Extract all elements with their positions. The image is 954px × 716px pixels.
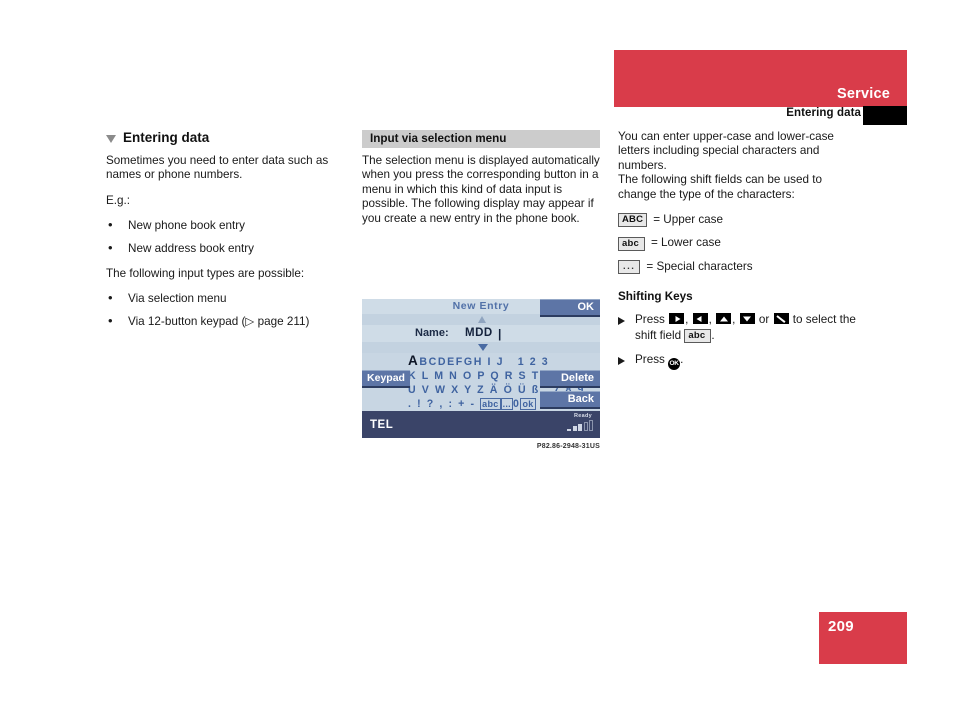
page-title: Entering data xyxy=(106,130,346,145)
text-caret: | xyxy=(498,327,502,341)
shift-field-row-upper: ABC = Upper case xyxy=(618,213,863,228)
arrow-right-key-icon[interactable] xyxy=(669,313,685,325)
list-item: Via 12-button keypad (▷ page 211) xyxy=(106,314,346,329)
key-abc-lower-icon[interactable]: abc xyxy=(618,236,645,251)
sep3: , xyxy=(732,313,736,327)
shift-field-desc-special: = Special characters xyxy=(646,259,753,273)
arrow-left-key-icon[interactable] xyxy=(692,313,708,325)
triangle-down-icon xyxy=(478,344,488,351)
shift-field-row-special: ... = Special characters xyxy=(618,259,863,275)
char-row-4: . ! ? , : + - xyxy=(408,398,481,410)
input-types-list: Via selection menu Via 12-button keypad … xyxy=(106,291,346,329)
header-red-block: Service xyxy=(614,50,907,107)
input-types-intro: The following input types are possible: xyxy=(106,267,305,281)
char-row-1: BCDEFGH I J 1 2 3 xyxy=(419,356,550,368)
step-marker-icon xyxy=(618,317,625,326)
step-text: Press , , , or to select the shift field… xyxy=(635,312,863,343)
figure-caption: P82.86-2948-31US xyxy=(536,443,600,450)
step1-to-label: to xyxy=(792,313,803,327)
triangle-up-icon xyxy=(478,316,486,323)
step1-press-label: Press xyxy=(635,313,665,327)
step1-period: . xyxy=(711,328,715,342)
eg-label: E.g.: xyxy=(106,193,131,207)
subsection-heading: Input via selection menu xyxy=(362,130,600,148)
delete-button[interactable]: Delete xyxy=(540,370,600,388)
running-head: Entering data xyxy=(614,106,907,125)
right-column: You can enter upper-case and lower-case … xyxy=(618,130,863,379)
step2-period: . xyxy=(680,353,684,367)
triangle-down-icon xyxy=(106,134,116,143)
step-marker-icon xyxy=(618,357,625,366)
sep2: , xyxy=(708,313,712,327)
ok-key-icon[interactable]: OK xyxy=(668,358,681,371)
middle-body-paragraph: The selection menu is displayed automati… xyxy=(362,154,600,225)
ok-button[interactable]: OK xyxy=(540,299,600,317)
step-text: Press OK. xyxy=(635,352,863,371)
name-field-row: Name: MDD | xyxy=(362,325,600,342)
page-title-text: Entering data xyxy=(123,130,210,145)
name-field-value: MDD xyxy=(465,327,493,339)
arrow-diagonal-key-icon[interactable] xyxy=(773,313,789,325)
status-mode-label: TEL xyxy=(370,419,394,431)
name-field-label: Name: xyxy=(415,327,449,339)
right-intro-paragraph: You can enter upper-case and lower-case … xyxy=(618,130,834,172)
right-intro-paragraph-2: The following shift fields can be used t… xyxy=(618,173,823,201)
key-special-icon[interactable]: ... xyxy=(618,260,641,275)
device-screen-figure: New Entry Name: MDD | ABCDEFGH I J 1 2 3… xyxy=(362,299,600,438)
step-select-shift-field: Press , , , or to select the shift field… xyxy=(618,312,863,343)
step-press-ok: Press OK. xyxy=(618,352,863,371)
intro-paragraph: Sometimes you need to enter data such as… xyxy=(106,154,329,182)
step1-or-label: or xyxy=(758,313,770,327)
thumb-index-tab xyxy=(863,106,907,125)
arrow-up-key-icon[interactable] xyxy=(716,313,732,325)
middle-column: Input via selection menu The selection m… xyxy=(362,130,600,237)
header-section-title: Service xyxy=(837,86,890,102)
status-bar: TEL Ready xyxy=(362,411,600,438)
back-button[interactable]: Back xyxy=(540,391,600,409)
ok-field[interactable]: ok xyxy=(520,398,536,410)
status-ready-label: Ready xyxy=(573,413,592,419)
shift-field-abc-icon[interactable]: abc xyxy=(684,328,712,343)
arrow-down-key-icon[interactable] xyxy=(739,313,755,325)
shifting-keys-heading: Shifting Keys xyxy=(618,290,693,304)
signal-strength-icon xyxy=(567,420,593,431)
left-column: Entering data Sometimes you need to ente… xyxy=(106,130,346,340)
list-item: New address book entry xyxy=(106,241,346,256)
shift-field-desc-lower: = Lower case xyxy=(650,236,721,250)
list-item: Via selection menu xyxy=(106,291,346,306)
page-number: 209 xyxy=(828,618,854,635)
shift-field-desc-upper: = Upper case xyxy=(653,213,724,227)
examples-list: New phone book entry New address book en… xyxy=(106,218,346,256)
scroll-down-indicator xyxy=(362,342,600,353)
list-item: New phone book entry xyxy=(106,218,346,233)
shift-field-abc[interactable]: abc xyxy=(480,398,501,410)
key-abc-upper-icon[interactable]: ABC xyxy=(618,213,648,228)
page-number-badge: 209 xyxy=(819,612,907,664)
running-head-label: Entering data xyxy=(786,107,861,119)
keypad-button[interactable]: Keypad xyxy=(362,370,410,388)
shift-field-row-lower: abc = Lower case xyxy=(618,236,863,251)
selected-character: A xyxy=(408,353,420,368)
step2-press-label: Press xyxy=(635,353,665,367)
sep1: , xyxy=(685,313,689,327)
shift-field-special[interactable]: ... xyxy=(500,398,513,410)
